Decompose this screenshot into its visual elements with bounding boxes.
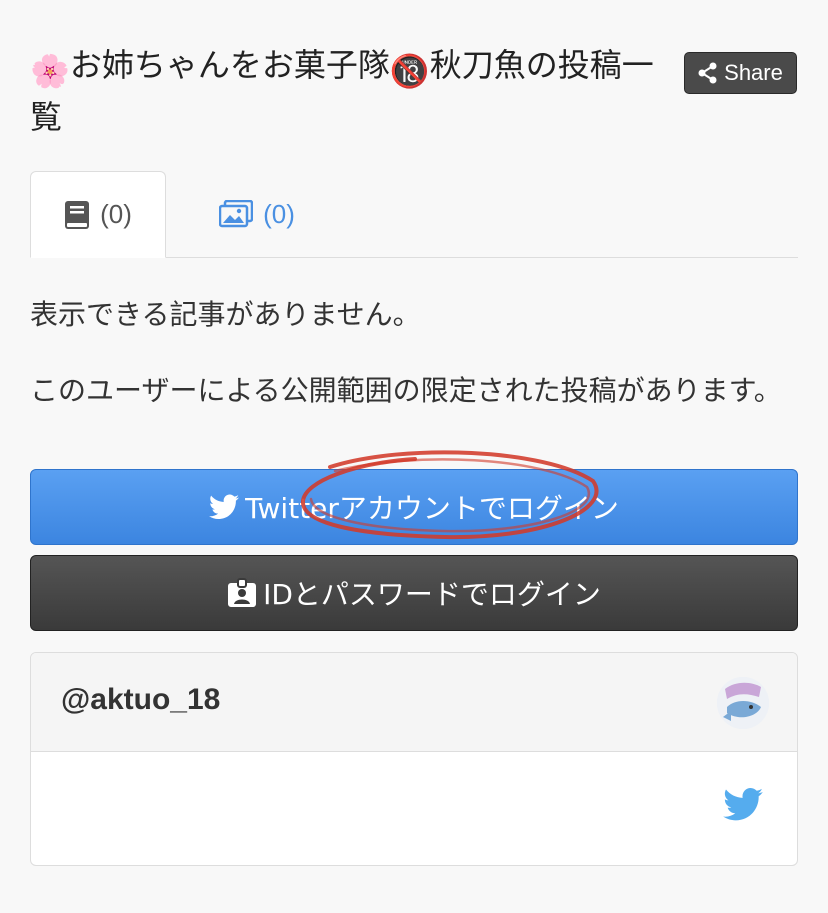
user-handle[interactable]: @aktuo_18 bbox=[61, 683, 220, 717]
twitter-login-button[interactable]: Twitterアカウントでログイン bbox=[30, 469, 798, 545]
avatar-image bbox=[717, 677, 769, 729]
user-card-body bbox=[31, 752, 797, 865]
id-badge-icon bbox=[228, 578, 257, 607]
no-under-18-emoji: 🔞 bbox=[389, 52, 430, 90]
tab-articles[interactable]: (0) bbox=[30, 171, 166, 258]
id-login-label: IDとパスワードでログイン bbox=[263, 578, 601, 611]
tab-articles-count: (0) bbox=[100, 199, 132, 229]
twitter-login-label: Twitterアカウントでログイン bbox=[245, 492, 619, 525]
post-type-tabs: (0) (0) bbox=[30, 171, 798, 258]
page-title: 🌸お姉ちゃんをお菓子隊🔞秋刀魚の投稿一覧 bbox=[30, 42, 670, 140]
user-card-header: @aktuo_18 bbox=[31, 653, 797, 752]
avatar[interactable] bbox=[717, 677, 769, 729]
image-icon bbox=[219, 200, 254, 228]
share-icon bbox=[698, 62, 717, 84]
tab-images-count: (0) bbox=[263, 198, 295, 229]
no-articles-message: 表示できる記事がありません。 bbox=[30, 298, 421, 331]
share-label: Share bbox=[724, 60, 783, 85]
id-password-login-button[interactable]: IDとパスワードでログイン bbox=[30, 555, 798, 631]
user-card: @aktuo_18 bbox=[30, 652, 798, 866]
share-button[interactable]: Share bbox=[684, 52, 797, 94]
twitter-bird-icon bbox=[209, 494, 240, 519]
book-icon bbox=[65, 200, 90, 229]
page-title-text-1: お姉ちゃんをお菓子隊 bbox=[69, 46, 390, 84]
tab-images[interactable]: (0) bbox=[202, 171, 312, 257]
cherry-blossom-emoji: 🌸 bbox=[30, 52, 70, 90]
limited-posts-message: このユーザーによる公開範囲の限定された投稿があります。 bbox=[30, 374, 782, 407]
twitter-bird-icon[interactable] bbox=[723, 788, 763, 821]
